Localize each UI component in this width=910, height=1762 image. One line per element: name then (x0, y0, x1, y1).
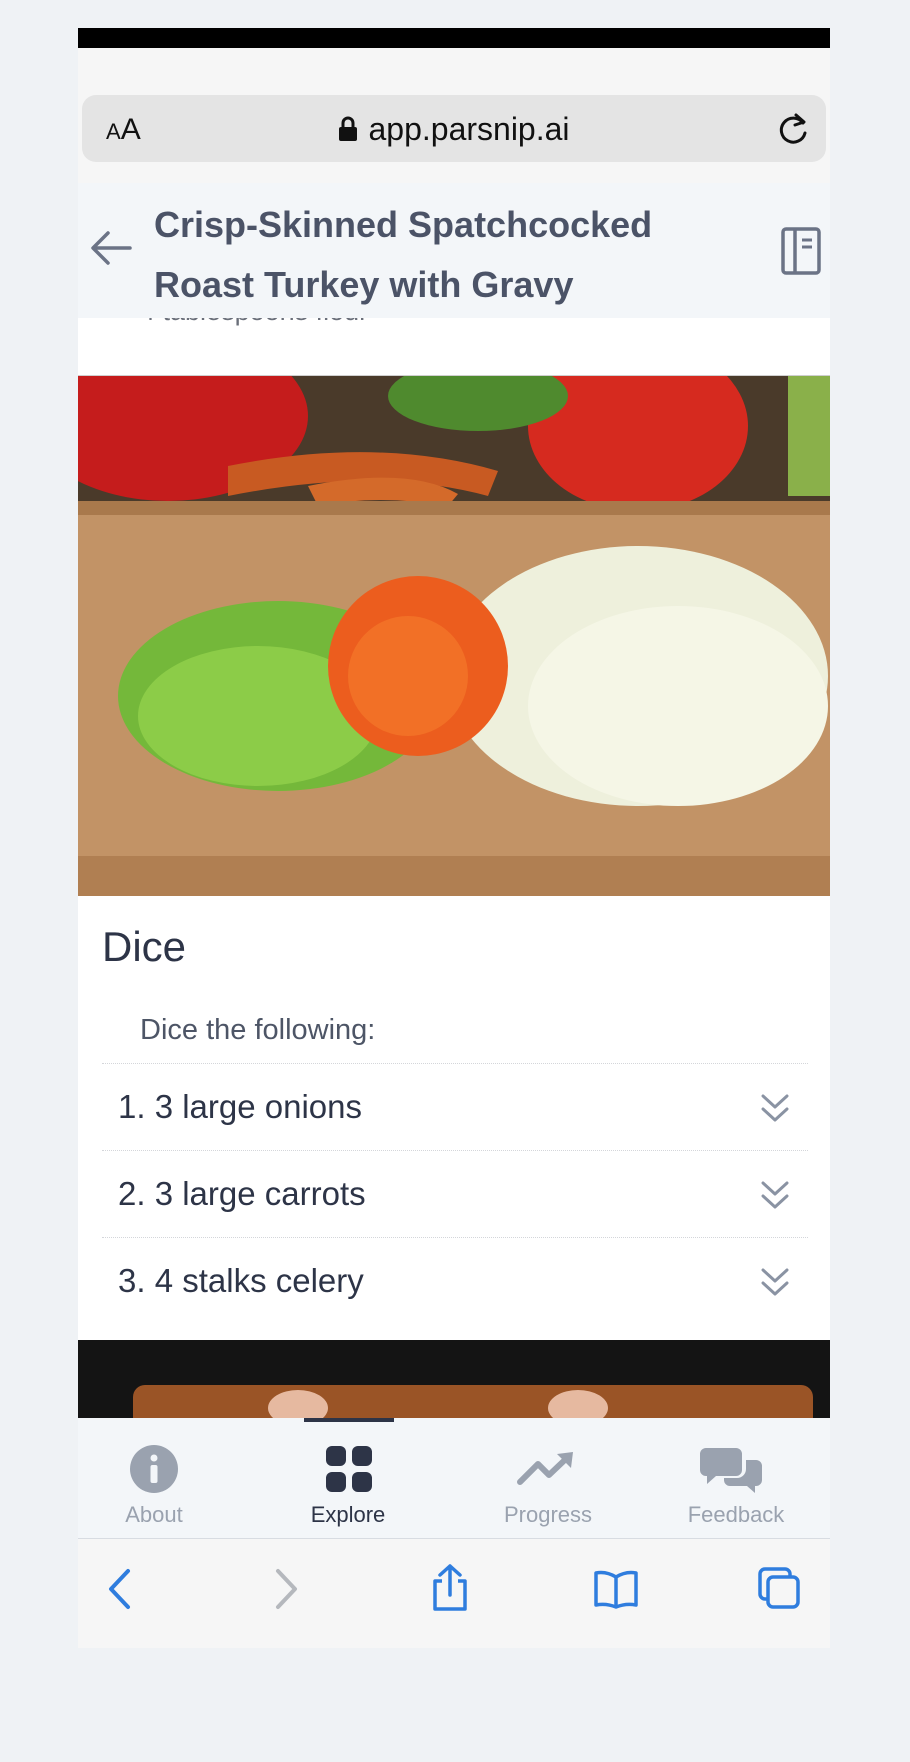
tab-progress-label: Progress (503, 1502, 593, 1527)
recipe-book-icon[interactable] (780, 226, 822, 276)
bookmarks-icon[interactable] (592, 1569, 640, 1609)
status-bar (78, 28, 830, 48)
trending-up-icon (517, 1452, 573, 1485)
share-icon[interactable] (430, 1563, 470, 1613)
tab-progress[interactable]: Progress (454, 1418, 642, 1538)
next-step-photo (78, 1340, 830, 1430)
step-photo (78, 376, 830, 896)
lock-icon (339, 116, 358, 141)
ingredient-label: 1. 3 large onions (118, 1088, 363, 1125)
browser-bottom-toolbar (78, 1539, 830, 1648)
diced-vegetables-image (78, 376, 830, 896)
ingredient-label: 3. 4 stalks celery (118, 1262, 364, 1299)
tab-feedback[interactable]: Feedback (642, 1418, 830, 1538)
tab-explore[interactable]: Explore (254, 1418, 442, 1538)
address-bar[interactable]: AA app.parsnip.ai (82, 95, 826, 162)
url-display[interactable]: app.parsnip.ai (82, 111, 826, 148)
reload-icon[interactable] (776, 111, 810, 147)
expand-chevron-icon[interactable] (760, 1179, 790, 1211)
url-text: app.parsnip.ai (368, 111, 570, 147)
ingredient-row[interactable]: 3. 4 stalks celery (102, 1237, 808, 1324)
ingredient-list: 1. 3 large onions 2. 3 large carrots 3. … (102, 1063, 808, 1324)
cutting-board-image (133, 1385, 813, 1430)
previous-step-peek: 4 tablespoons flour (78, 318, 830, 376)
chat-bubbles-icon (700, 1448, 762, 1493)
tabs-icon[interactable] (756, 1567, 802, 1611)
app-tab-bar: About Explore Progress Feedback (78, 1418, 830, 1539)
browser-back-icon[interactable] (106, 1567, 134, 1611)
step-title: Dice (102, 923, 187, 970)
grid-icon (326, 1446, 372, 1492)
tab-feedback-label: Feedback (687, 1502, 785, 1527)
recipe-header: Crisp-Skinned Spatchcocked Roast Turkey … (78, 183, 830, 318)
info-icon (130, 1445, 178, 1493)
ingredient-row[interactable]: 2. 3 large carrots (102, 1150, 808, 1237)
expand-chevron-icon[interactable] (760, 1266, 790, 1298)
phone-screen: AA app.parsnip.ai 4 tablespoons flour Cr… (78, 28, 830, 1648)
ingredient-label: 2. 3 large carrots (118, 1175, 366, 1212)
step-intro: Dice the following: (140, 1014, 376, 1046)
tab-explore-label: Explore (310, 1502, 386, 1527)
back-arrow-icon[interactable] (88, 228, 134, 268)
browser-forward-icon[interactable] (272, 1567, 300, 1611)
ingredient-row[interactable]: 1. 3 large onions (102, 1063, 808, 1150)
tab-about-label: About (125, 1502, 183, 1527)
tab-about[interactable]: About (78, 1418, 266, 1538)
recipe-title: Crisp-Skinned Spatchcocked Roast Turkey … (154, 204, 653, 305)
expand-chevron-icon[interactable] (760, 1092, 790, 1124)
previous-step-text: 4 tablespoons flour (140, 318, 368, 327)
